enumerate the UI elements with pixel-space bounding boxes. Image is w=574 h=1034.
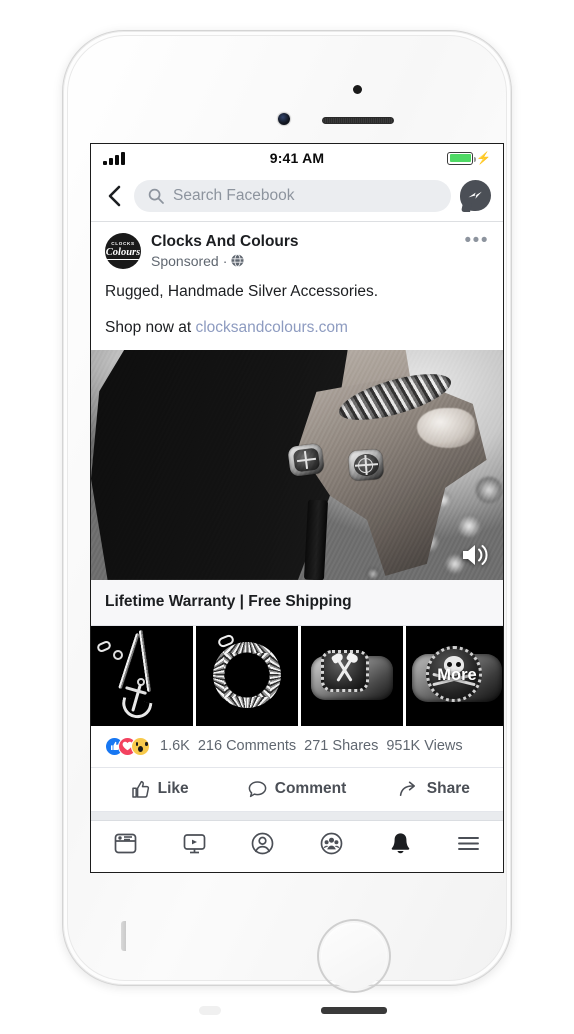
groups-icon [319,831,344,856]
watch-tab[interactable] [160,821,229,867]
media-caption[interactable]: Lifetime Warranty | Free Shipping [91,579,503,626]
headphone-jack [199,1006,221,1015]
carousel-item-skull-ring[interactable]: More [406,625,503,726]
comment-count[interactable]: 216 Comments [198,738,296,754]
thumbs-up-icon [131,780,150,799]
like-button[interactable]: Like [91,768,228,811]
carousel-item-anchor-necklace[interactable] [91,625,193,726]
profile-circle-icon [250,831,275,856]
sponsored-label: Sponsored [151,252,219,269]
cta-link[interactable]: clocksandcolours.com [195,319,347,336]
share-button-label: Share [426,780,470,798]
notifications-tab[interactable] [366,821,435,867]
proximity-sensor-icon [353,85,362,94]
carousel-more-label[interactable]: More [406,626,503,726]
feed-divider [91,811,503,820]
like-button-label: Like [157,780,189,798]
globe-icon [231,254,244,268]
comment-button-label: Comment [274,780,347,798]
post-cta: Shop now at clocksandcolours.com [91,303,503,350]
comment-bubble-icon [248,780,267,799]
cta-prefix: Shop now at [105,318,196,336]
bell-icon [388,831,413,856]
earpiece-speaker-grille [322,117,394,124]
battery-icon [447,151,477,165]
hamburger-menu-icon [456,831,481,856]
lightning-port [321,1007,387,1014]
share-count[interactable]: 271 Shares [304,738,378,754]
search-icon [148,188,164,204]
post-action-bar: Like Comment Share [91,767,503,812]
avatar-logo-line1: CLOCKS [111,240,135,246]
wow-reaction-icon [131,736,150,756]
back-chevron-icon[interactable] [103,182,125,210]
menu-tab[interactable] [434,821,503,867]
bottom-navigation-bar [91,819,503,867]
left-antenna-band [121,921,126,951]
nav-header: Search Facebook [91,172,503,222]
engagement-stats: 1.6K 216 Comments 271 Shares 951K Views [91,725,503,768]
avatar-logo-line2: Colours [105,247,141,261]
status-bar: 9:41 AM ⚡ [91,144,503,172]
product-carousel[interactable]: More [91,625,503,726]
share-button[interactable]: Share [366,768,503,811]
reaction-icons[interactable] [105,736,150,756]
status-time: 9:41 AM [269,150,325,166]
news-feed-tab[interactable] [91,821,160,867]
volume-on-icon[interactable] [461,542,491,568]
share-arrow-icon [399,780,419,799]
carousel-item-curb-bracelet[interactable] [196,625,298,726]
avatar[interactable]: CLOCKS Colours [105,233,141,269]
comment-button[interactable]: Comment [228,768,365,811]
news-feed-icon [113,831,138,856]
page-name[interactable]: Clocks And Colours [151,233,455,252]
ellipsis-icon[interactable]: ••• [465,231,489,250]
post-subtitle: Sponsored · [151,253,455,269]
media-grain-overlay [91,349,503,580]
profile-tab[interactable] [228,821,297,867]
phone-screen: 9:41 AM ⚡ Search Facebook CLOCKS Colours… [90,143,504,873]
view-count[interactable]: 951K Views [386,738,462,754]
carousel-item-axe-ring[interactable] [301,625,403,726]
front-camera-icon [278,113,290,125]
search-placeholder: Search Facebook [173,186,295,204]
messenger-icon[interactable] [460,180,491,212]
post-body-text: Rugged, Handmade Silver Accessories. [105,283,379,300]
meta-separator: · [222,252,228,269]
video-screen-icon [182,831,207,856]
post-header: CLOCKS Colours Clocks And Colours Sponso… [91,222,503,269]
groups-tab[interactable] [297,821,366,867]
search-input[interactable]: Search Facebook [134,179,451,212]
post-media-video[interactable] [91,349,503,580]
home-button[interactable] [319,921,389,991]
reaction-count[interactable]: 1.6K [160,738,190,754]
post-meta: Clocks And Colours Sponsored · [151,233,455,269]
